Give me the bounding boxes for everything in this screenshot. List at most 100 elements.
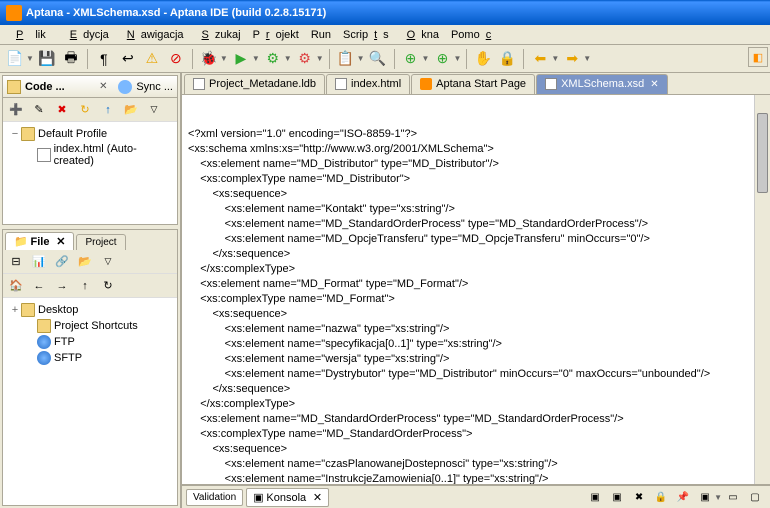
menu-szukaj[interactable]: Szukaj	[190, 27, 247, 43]
nav1-button[interactable]: ⊕	[400, 48, 422, 70]
scroll-thumb[interactable]	[757, 113, 768, 193]
save-button[interactable]: 💾	[36, 48, 58, 70]
editor-area: Project_Metadane.ldb index.html Aptana S…	[182, 73, 770, 508]
profile-edit-icon[interactable]: ✎	[28, 99, 50, 121]
profile-del-icon[interactable]: ✖	[51, 99, 73, 121]
file-tree-icon[interactable]: 📊	[28, 251, 50, 273]
tab-start-page[interactable]: Aptana Start Page	[411, 74, 535, 94]
profile-add-icon[interactable]: ➕	[5, 99, 27, 121]
profile-refresh-icon[interactable]: ↻	[74, 99, 96, 121]
tree-ftp[interactable]: FTP	[7, 334, 173, 350]
wrap-button[interactable]: ↩	[117, 48, 139, 70]
home-icon[interactable]: 🏠	[5, 275, 27, 297]
file-link-icon[interactable]: 🔗	[51, 251, 73, 273]
file-tab-close[interactable]: ✕	[56, 236, 65, 248]
menu-plik[interactable]: Plik	[4, 27, 58, 43]
vertical-scrollbar[interactable]	[754, 95, 770, 484]
error-button[interactable]: ⊘	[165, 48, 187, 70]
app-icon	[6, 5, 22, 21]
main-toolbar: 📄▼ 💾 🖶 ¶ ↩ ⚠ ⊘ 🐞▼ ▶▼ ⚙▼ ⚙▼ 📋▼ 🔍 ⊕▼ ⊕▼ ✋ …	[0, 45, 770, 73]
menubar: Plik Edycja Nawigacja Szukaj Projekt Run…	[0, 25, 770, 45]
back-button[interactable]: ⬅	[529, 48, 551, 70]
file-open-icon[interactable]: 📂	[74, 251, 96, 273]
main-area: Code ... ✕ Sync ... ➕ ✎ ✖ ↻ ↑ 📂 ▽ − Defa…	[0, 73, 770, 508]
nav-fwd-icon[interactable]: →	[51, 275, 73, 297]
menu-edycja[interactable]: Edycja	[58, 27, 115, 43]
perspective-switcher[interactable]: ◧	[748, 47, 768, 67]
menu-nawigacja[interactable]: Nawigacja	[115, 27, 190, 43]
bottom-panel: Validation ▣ Konsola ✕ ▣ ▣ ✖ 🔒 📌 ▣▼ ▭ ▢	[182, 484, 770, 508]
profile-up-icon[interactable]: ↑	[97, 99, 119, 121]
tree-desktop[interactable]: + Desktop	[7, 302, 173, 318]
menu-pomoc[interactable]: Pomoc	[445, 27, 503, 43]
editor-tabs: Project_Metadane.ldb index.html Aptana S…	[182, 73, 770, 95]
globe-icon	[37, 351, 51, 365]
menu-scripts[interactable]: Scripts	[337, 27, 395, 43]
menu-projekt[interactable]: Projekt	[247, 27, 305, 43]
folder-icon	[37, 319, 51, 333]
file-icon	[545, 78, 557, 90]
console-btn1[interactable]: ▣	[584, 486, 606, 508]
console-open-icon[interactable]: ▣	[694, 486, 716, 508]
file-tab-icon: 📁	[14, 236, 28, 248]
menu-run[interactable]: Run	[305, 27, 337, 43]
profile-button[interactable]: ⚙	[262, 48, 284, 70]
code-panel-body: − Default Profile index.html (Auto-creat…	[3, 122, 177, 224]
console-btn2[interactable]: ▣	[606, 486, 628, 508]
konsola-tab[interactable]: ▣ Konsola ✕	[246, 488, 329, 507]
editor-content[interactable]: <?xml version="1.0" encoding="ISO-8859-1…	[188, 127, 764, 484]
tree-label: Default Profile	[38, 128, 107, 140]
console-lock-icon[interactable]: 🔒	[650, 486, 672, 508]
code-panel-icon	[7, 80, 21, 94]
hand-button[interactable]: ✋	[472, 48, 494, 70]
tree-shortcuts[interactable]: Project Shortcuts	[7, 318, 173, 334]
new-button[interactable]: 📄	[4, 48, 26, 70]
search-button[interactable]: 🔍	[367, 48, 389, 70]
forward-button[interactable]: ➡	[561, 48, 583, 70]
code-editor[interactable]: <?xml version="1.0" encoding="ISO-8859-1…	[182, 95, 770, 484]
console-max-icon[interactable]: ▢	[744, 486, 766, 508]
folder-icon	[21, 303, 35, 317]
console-pin-icon[interactable]: 📌	[672, 486, 694, 508]
code-panel-header: Code ... ✕ Sync ...	[3, 76, 177, 98]
konsola-close[interactable]: ✕	[313, 492, 322, 504]
profile-menu-icon[interactable]: ▽	[143, 99, 165, 121]
tree-default-profile[interactable]: − Default Profile	[7, 126, 173, 142]
pilcrow-button[interactable]: ¶	[93, 48, 115, 70]
print-button[interactable]: 🖶	[60, 48, 82, 70]
code-panel-close[interactable]: ✕	[96, 80, 110, 94]
code-panel-toolbar: ➕ ✎ ✖ ↻ ↑ 📂 ▽	[3, 98, 177, 122]
expand-icon[interactable]: +	[9, 304, 21, 316]
tab-xmlschema[interactable]: XMLSchema.xsd ✕	[536, 74, 668, 94]
nav-back-icon[interactable]: ←	[28, 275, 50, 297]
expand-icon[interactable]: −	[9, 128, 21, 140]
tab-project-metadane[interactable]: Project_Metadane.ldb	[184, 74, 325, 94]
tree-index-html[interactable]: index.html (Auto-created)	[7, 142, 173, 168]
menu-okna[interactable]: Okna	[395, 27, 445, 43]
warning-button[interactable]: ⚠	[141, 48, 163, 70]
ext-tools-button[interactable]: ⚙	[294, 48, 316, 70]
nav-up-icon[interactable]: ↑	[74, 275, 96, 297]
project-tab[interactable]: Project	[76, 234, 125, 250]
debug-button[interactable]: 🐞	[198, 48, 220, 70]
file-menu-icon[interactable]: ▽	[97, 251, 119, 273]
run-button[interactable]: ▶	[230, 48, 252, 70]
profile-open-icon[interactable]: 📂	[120, 99, 142, 121]
lock-button[interactable]: 🔒	[496, 48, 518, 70]
file-tab[interactable]: 📁 File ✕	[5, 232, 74, 250]
validation-tab[interactable]: Validation	[186, 489, 243, 506]
tree-sftp[interactable]: SFTP	[7, 350, 173, 366]
code-sync-panel: Code ... ✕ Sync ... ➕ ✎ ✖ ↻ ↑ 📂 ▽ − Defa…	[2, 75, 178, 225]
code-panel-title[interactable]: Code ...	[25, 81, 94, 93]
tab-close-icon[interactable]: ✕	[650, 79, 658, 90]
titlebar: Aptana - XMLSchema.xsd - Aptana IDE (bui…	[0, 0, 770, 25]
file-collapse-icon[interactable]: ⊟	[5, 251, 27, 273]
console-min-icon[interactable]: ▭	[722, 486, 744, 508]
nav-refresh-icon[interactable]: ↻	[97, 275, 119, 297]
tree-label: SFTP	[54, 352, 82, 364]
console-clear-icon[interactable]: ✖	[628, 486, 650, 508]
nav2-button[interactable]: ⊕	[431, 48, 453, 70]
sync-panel-title[interactable]: Sync ...	[136, 81, 173, 93]
tab-index-html[interactable]: index.html	[326, 74, 410, 94]
new-wiz-button[interactable]: 📋	[335, 48, 357, 70]
